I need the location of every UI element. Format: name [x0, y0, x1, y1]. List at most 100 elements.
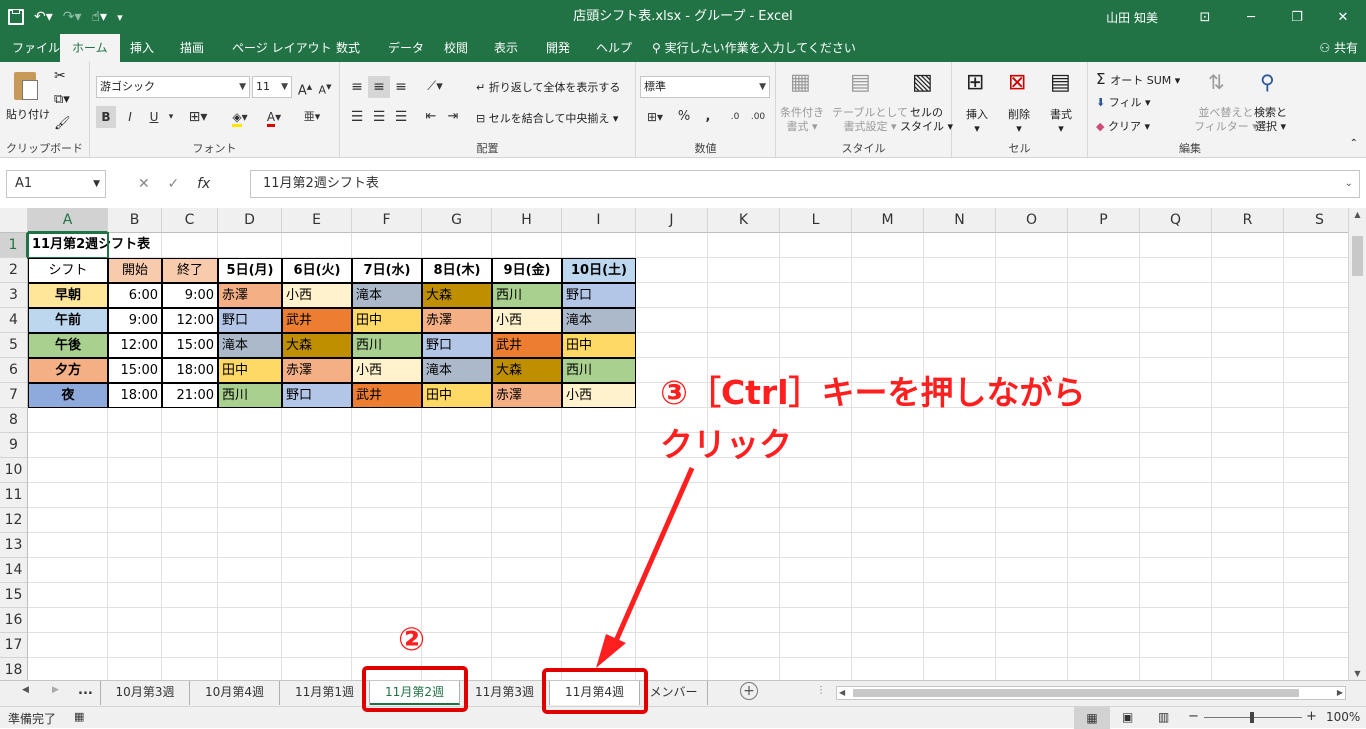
scroll-up-icon[interactable]: ▲ — [1349, 210, 1366, 219]
grid-cell[interactable] — [422, 458, 492, 483]
align-right-icon[interactable]: ☰ — [390, 106, 412, 128]
grid-cell[interactable] — [1212, 358, 1284, 383]
grid-cell[interactable] — [162, 433, 218, 458]
grid-cell[interactable] — [1140, 483, 1212, 508]
shift-name-cell[interactable]: 夜 — [28, 383, 108, 408]
phonetic-icon[interactable]: 亜▾ — [300, 106, 324, 128]
grid-cell[interactable] — [1140, 508, 1212, 533]
staff-cell[interactable]: 大森 — [282, 333, 352, 358]
format-painter-icon[interactable]: 🖌 — [54, 116, 71, 131]
scroll-left-icon[interactable]: ◀ — [839, 687, 845, 699]
grid-cell[interactable] — [1212, 233, 1284, 258]
row-header-6[interactable]: 6 — [0, 358, 28, 383]
grid-cell[interactable] — [1284, 483, 1348, 508]
grid-cell[interactable] — [708, 308, 780, 333]
grid-cell[interactable] — [282, 533, 352, 558]
grid-cell[interactable] — [996, 608, 1068, 633]
grid-cell[interactable] — [1212, 658, 1284, 680]
grid-cell[interactable] — [636, 258, 708, 283]
grid-cell[interactable] — [924, 558, 996, 583]
staff-cell[interactable]: 西川 — [562, 358, 636, 383]
grid-cell[interactable] — [562, 433, 636, 458]
tab-help[interactable]: ヘルプ — [584, 34, 644, 62]
align-top-icon[interactable]: ≡ — [346, 76, 368, 98]
grid-cell[interactable] — [924, 583, 996, 608]
column-header-s[interactable]: S — [1284, 208, 1348, 233]
minimize-icon[interactable]: ─ — [1228, 10, 1274, 25]
grid-cell[interactable] — [562, 483, 636, 508]
page-layout-view-icon[interactable]: ▣ — [1122, 710, 1133, 724]
grid-cell[interactable] — [218, 408, 282, 433]
column-header-q[interactable]: Q — [1140, 208, 1212, 233]
grid-cell[interactable] — [852, 583, 924, 608]
grid-cell[interactable] — [780, 233, 852, 258]
font-size-combo[interactable]: 11 ▼ — [252, 76, 292, 98]
grid-cell[interactable] — [352, 508, 422, 533]
grid-cell[interactable] — [422, 633, 492, 658]
grid-cell[interactable] — [1284, 558, 1348, 583]
grid-cell[interactable] — [28, 408, 108, 433]
more-sheets[interactable]: ... — [78, 683, 93, 698]
grid-cell[interactable] — [162, 408, 218, 433]
number-format-combo[interactable]: 標準 ▼ — [640, 76, 770, 98]
end-time-cell[interactable]: 12:00 — [162, 308, 218, 333]
grid-cell[interactable] — [282, 583, 352, 608]
grid-cell[interactable] — [996, 508, 1068, 533]
insert-cells-button[interactable]: 挿入 ▾ — [966, 106, 988, 135]
grid-cell[interactable] — [780, 508, 852, 533]
column-header-j[interactable]: J — [636, 208, 708, 233]
expand-formula-icon[interactable]: ⌄ — [1345, 171, 1353, 197]
grid-cell[interactable] — [636, 483, 708, 508]
grid-cell[interactable] — [422, 558, 492, 583]
grid-cell[interactable] — [852, 308, 924, 333]
grid-cell[interactable] — [1284, 608, 1348, 633]
grid-cell[interactable] — [996, 333, 1068, 358]
grid-cell[interactable] — [108, 608, 162, 633]
grid-cell[interactable] — [422, 508, 492, 533]
grid-cell[interactable] — [162, 558, 218, 583]
grid-cell[interactable] — [492, 508, 562, 533]
staff-cell[interactable]: 田中 — [562, 333, 636, 358]
copy-icon[interactable]: ⧉▾ — [54, 92, 70, 107]
grid-cell[interactable] — [708, 658, 780, 680]
grid-cell[interactable] — [1068, 508, 1140, 533]
align-middle-icon[interactable]: ≡ — [368, 76, 390, 98]
column-header-k[interactable]: K — [708, 208, 780, 233]
grid-cell[interactable] — [708, 633, 780, 658]
grid-cell[interactable] — [492, 458, 562, 483]
grid-cell[interactable] — [924, 658, 996, 680]
tab-split-handle[interactable]: ⋮ — [816, 685, 826, 696]
grid-cell[interactable] — [218, 483, 282, 508]
staff-cell[interactable]: 武井 — [352, 383, 422, 408]
grid-cell[interactable] — [1140, 258, 1212, 283]
grid-cell[interactable] — [924, 458, 996, 483]
grid-cell[interactable] — [1068, 658, 1140, 680]
row-header-1[interactable]: 1 — [0, 233, 28, 258]
grid-cell[interactable] — [28, 583, 108, 608]
grid-cell[interactable] — [492, 408, 562, 433]
align-bottom-icon[interactable]: ≡ — [390, 76, 412, 98]
normal-view-icon[interactable]: ▦ — [1074, 707, 1110, 729]
shrink-font-icon[interactable]: A▼ — [316, 76, 334, 98]
grid-cell[interactable] — [1284, 658, 1348, 680]
grid-cell[interactable] — [282, 233, 352, 258]
orientation-icon[interactable]: ⟋▾ — [420, 76, 450, 98]
grid-cell[interactable] — [1212, 583, 1284, 608]
grid-cell[interactable] — [924, 233, 996, 258]
end-time-cell[interactable]: 18:00 — [162, 358, 218, 383]
row-header-3[interactable]: 3 — [0, 283, 28, 308]
tab-review[interactable]: 校閲 — [432, 34, 480, 62]
tab-data[interactable]: データ — [376, 34, 436, 62]
grid-cell[interactable] — [996, 308, 1068, 333]
grid-cell[interactable] — [562, 408, 636, 433]
column-header-n[interactable]: N — [924, 208, 996, 233]
grid-cell[interactable] — [1212, 258, 1284, 283]
grid-cell[interactable] — [108, 508, 162, 533]
fill-color-icon[interactable]: ◈▾ — [226, 106, 254, 128]
decrease-decimal-icon[interactable]: .00 — [746, 106, 770, 128]
grid-cell[interactable] — [162, 533, 218, 558]
end-time-cell[interactable]: 21:00 — [162, 383, 218, 408]
grid-cell[interactable] — [562, 533, 636, 558]
find-search-icon[interactable]: ⚲ — [1260, 70, 1275, 94]
grid-cell[interactable] — [708, 333, 780, 358]
